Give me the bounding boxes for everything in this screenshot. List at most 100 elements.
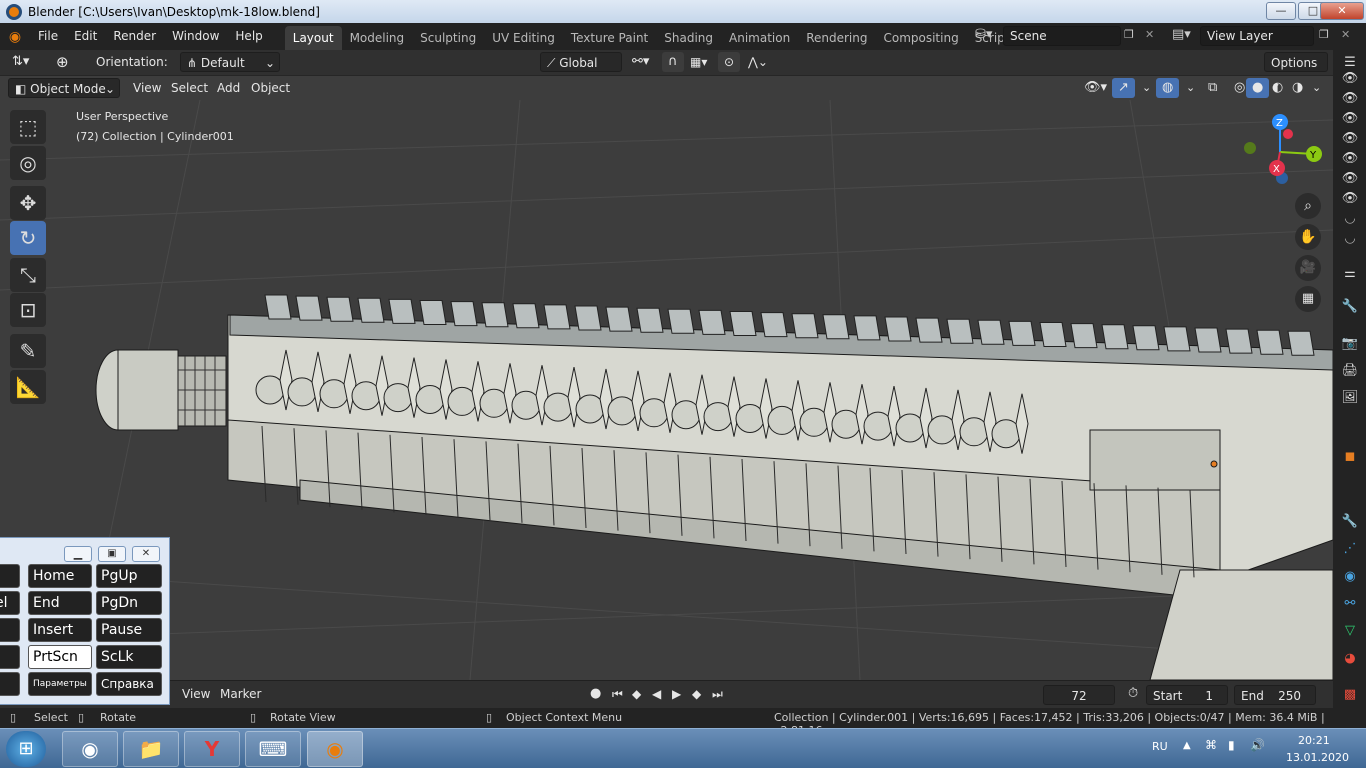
tab-shading[interactable]: Shading: [656, 26, 721, 50]
particles-properties-icon[interactable]: ⋰: [1341, 540, 1359, 558]
osk-key[interactable]: [0, 618, 20, 642]
annotate-tool[interactable]: ✎: [10, 334, 46, 368]
timeline-menu-view[interactable]: View: [176, 684, 216, 704]
network-icon[interactable]: ▮: [1228, 738, 1235, 752]
osk-key[interactable]: Insert: [28, 618, 92, 642]
texture-properties-icon[interactable]: ▩: [1341, 686, 1359, 704]
tab-uv-editing[interactable]: UV Editing: [484, 26, 563, 50]
scene-field[interactable]: Scene: [1003, 26, 1121, 46]
rotate-tool[interactable]: ↻: [10, 221, 46, 255]
active-tool-icon[interactable]: ⊕: [50, 52, 75, 72]
eye-icon[interactable]: 👁: [1341, 150, 1359, 168]
tab-modeling[interactable]: Modeling: [342, 26, 413, 50]
minimize-button[interactable]: —: [1266, 2, 1296, 20]
menu-add[interactable]: Add: [211, 78, 246, 98]
visibility-icon[interactable]: 👁▾: [1078, 78, 1113, 98]
snap-target-icon[interactable]: ▦▾: [684, 52, 713, 72]
menu-object[interactable]: Object: [245, 78, 296, 98]
snap-icon[interactable]: ∩: [662, 52, 684, 72]
osk-key[interactable]: Справка: [96, 672, 162, 696]
tray-expand-icon[interactable]: ▲: [1183, 740, 1191, 751]
eye-icon[interactable]: 👁: [1341, 190, 1359, 208]
zoom-icon[interactable]: ⌕: [1295, 193, 1321, 219]
blender-menu-icon[interactable]: ◉: [0, 29, 30, 45]
play-icon[interactable]: ▶: [666, 684, 687, 704]
overlay-dropdown-icon[interactable]: ⌄: [1180, 78, 1201, 98]
physics-properties-icon[interactable]: ◉: [1341, 568, 1359, 586]
yandex-browser-icon[interactable]: Y: [184, 731, 240, 767]
mode-dropdown[interactable]: ◧ Object Mode ⌄: [8, 78, 120, 98]
volume-icon[interactable]: 🔊: [1250, 738, 1265, 752]
close-button[interactable]: ✕: [1320, 2, 1364, 20]
modifier-properties-icon[interactable]: 🔧: [1341, 513, 1359, 531]
gizmo-toggle-icon[interactable]: ↗: [1112, 78, 1135, 98]
camera-icon[interactable]: 🎥: [1295, 255, 1321, 281]
tab-compositing[interactable]: Compositing: [875, 26, 966, 50]
start-frame-field[interactable]: Start 1: [1146, 685, 1228, 705]
osk-key[interactable]: PgUp: [96, 564, 162, 588]
tool-properties-icon[interactable]: 🔧: [1341, 298, 1359, 316]
eye-icon[interactable]: 👁: [1341, 70, 1359, 88]
osk-close-button[interactable]: ✕: [132, 546, 160, 562]
eye-closed-icon[interactable]: ◡: [1341, 210, 1359, 228]
output-properties-icon[interactable]: 🖨: [1341, 362, 1359, 380]
orientation-dropdown[interactable]: ⋔ Default ⌄: [180, 52, 280, 72]
tab-rendering[interactable]: Rendering: [798, 26, 875, 50]
shading-dropdown-icon[interactable]: ⌄: [1306, 78, 1327, 98]
scene-properties-icon[interactable]: ◼: [1341, 448, 1359, 466]
osk-maximize-button[interactable]: ▣: [98, 546, 126, 562]
gizmo-dropdown-icon[interactable]: ⌄: [1136, 78, 1157, 98]
tool-settings-icon[interactable]: ⇅▾: [6, 52, 35, 72]
view-layer-field[interactable]: View Layer: [1200, 26, 1314, 46]
current-frame-field[interactable]: 72: [1043, 685, 1115, 705]
transform-tool[interactable]: ⊡: [10, 293, 46, 327]
options-dropdown[interactable]: Options ⌄: [1264, 52, 1328, 90]
osk-key[interactable]: [0, 672, 20, 696]
pivot-icon[interactable]: ⚯▾: [626, 52, 655, 72]
tab-texture-paint[interactable]: Texture Paint: [563, 26, 656, 50]
view-layer-icon[interactable]: ▤▾: [1172, 27, 1198, 42]
prev-keyframe-icon[interactable]: ◆: [626, 684, 647, 704]
osk-minimize-button[interactable]: ▁: [64, 546, 92, 562]
osk-key[interactable]: PrtScn: [28, 645, 92, 669]
eye-icon[interactable]: 👁: [1341, 110, 1359, 128]
material-properties-icon[interactable]: ◕: [1341, 650, 1359, 668]
osk-key[interactable]: Home: [28, 564, 92, 588]
proportional-edit-icon[interactable]: ⊙: [718, 52, 741, 72]
grid-view-icon[interactable]: ▦: [1295, 286, 1321, 312]
scale-tool[interactable]: ⤡: [10, 258, 46, 292]
select-box-tool[interactable]: ⬚: [10, 110, 46, 144]
measure-tool[interactable]: 📐: [10, 370, 46, 404]
tray-device-icon[interactable]: ⌘: [1205, 738, 1217, 752]
menu-select[interactable]: Select: [165, 78, 214, 98]
stopwatch-icon[interactable]: ⏱: [1122, 684, 1144, 704]
render-properties-icon[interactable]: 📷: [1341, 335, 1359, 353]
cursor-tool[interactable]: ◎: [10, 146, 46, 180]
view-layer-properties-icon[interactable]: 🖼: [1341, 389, 1359, 407]
menu-view[interactable]: View: [127, 78, 167, 98]
blender-taskbar-icon[interactable]: ◉: [307, 731, 363, 767]
osk-key[interactable]: Pause: [96, 618, 162, 642]
osk-key[interactable]: ScLk: [96, 645, 162, 669]
next-keyframe-icon[interactable]: ◆: [686, 684, 707, 704]
scene-icon[interactable]: ⛁▾: [975, 27, 1001, 42]
falloff-icon[interactable]: ⋀⌄: [742, 52, 774, 72]
eye-icon[interactable]: 👁: [1341, 170, 1359, 188]
constraints-properties-icon[interactable]: ⚯: [1341, 595, 1359, 613]
pan-hand-icon[interactable]: ✋: [1295, 224, 1321, 250]
navigation-gizmo[interactable]: Z Y X: [1240, 112, 1330, 192]
xray-icon[interactable]: ⧉: [1202, 78, 1223, 98]
osk-key[interactable]: PgDn: [96, 591, 162, 615]
tab-sculpting[interactable]: Sculpting: [412, 26, 484, 50]
overlay-toggle-icon[interactable]: ◍: [1156, 78, 1180, 98]
3d-viewport[interactable]: User Perspective (72) Collection | Cylin…: [0, 100, 1333, 680]
clock-date[interactable]: 13.01.2020: [1286, 751, 1349, 764]
properties-toggle-icon[interactable]: ⚌: [1341, 265, 1359, 283]
explorer-icon[interactable]: 📁: [123, 731, 179, 767]
play-reverse-icon[interactable]: ◀: [646, 684, 667, 704]
scene-remove-icon[interactable]: ✕: [1145, 28, 1154, 41]
scene-copy-icon[interactable]: ❐: [1124, 28, 1134, 41]
menu-render[interactable]: Render: [105, 23, 164, 50]
jump-end-icon[interactable]: ⏭: [706, 684, 729, 704]
osk-key[interactable]: [0, 645, 20, 669]
